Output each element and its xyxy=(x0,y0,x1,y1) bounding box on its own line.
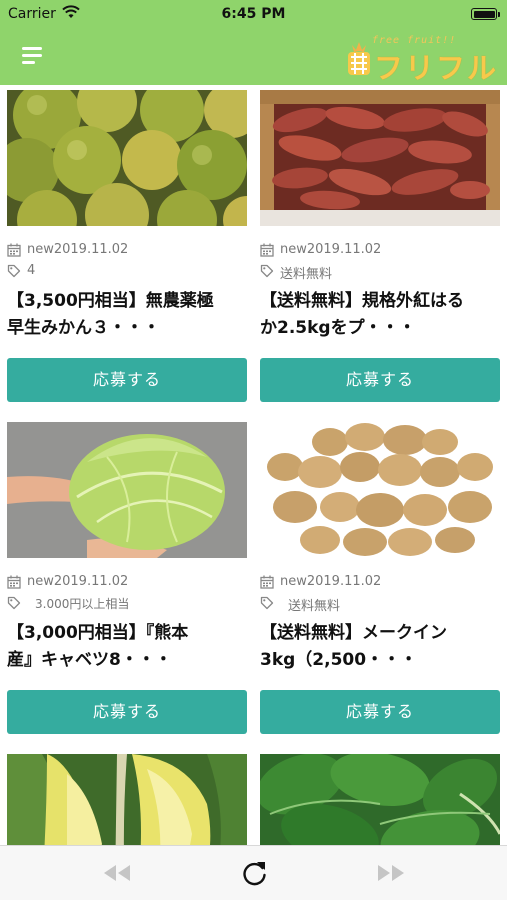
product-title[interactable]: 【送料無料】メークイン 3kg（2,500・・・ xyxy=(260,620,500,674)
potatoes-image[interactable] xyxy=(260,422,500,558)
product-title-line1: 【3,500円相当】無農薬極 xyxy=(7,291,214,311)
apply-button[interactable]: 応募する xyxy=(260,690,500,734)
product-title[interactable]: 【送料無料】規格外紅はる か2.5kgをプ・・・ xyxy=(260,288,500,342)
forward-icon[interactable] xyxy=(374,858,408,888)
app-header: free fruit!! フリフル xyxy=(0,28,507,85)
product-title-line2: 産』キャベツ8・・・ xyxy=(7,650,172,670)
post-date-text: new2019.11.02 xyxy=(27,574,129,589)
menu-button[interactable] xyxy=(22,47,44,65)
sweet-potatoes-image[interactable] xyxy=(260,90,500,226)
product-title-line2: 3kg（2,500・・・ xyxy=(260,650,418,670)
post-tag-text: 送料無料 xyxy=(280,267,333,282)
product-title[interactable]: 【3,500円相当】無農薬極 早生みかん３・・・ xyxy=(7,288,247,342)
calendar-icon xyxy=(7,575,21,589)
apply-button[interactable]: 応募する xyxy=(7,690,247,734)
post-date-text: new2019.11.02 xyxy=(280,242,382,257)
spinach-image[interactable] xyxy=(260,754,500,845)
product-title-line1: 【送料無料】メークイン xyxy=(260,623,447,643)
reload-icon[interactable] xyxy=(238,858,272,888)
apply-button[interactable]: 応募する xyxy=(7,358,247,402)
product-title-line1: 【送料無料】規格外紅はる xyxy=(260,291,464,311)
tag-icon xyxy=(260,596,274,610)
post-tag-text: 送料無料 xyxy=(288,599,341,614)
post-date-text: new2019.11.02 xyxy=(280,574,382,589)
product-card: new2019.11.02 送料無料 【送料無料】メークイン 3kg（2,500… xyxy=(260,422,500,734)
hamburger-icon-line xyxy=(22,54,42,57)
product-card: new2019.11.02 4 【3,500円相当】無農薬極 早生みかん３・・・… xyxy=(7,90,247,402)
product-title[interactable]: 【3,000円相当】『熊本 産』キャベツ8・・・ xyxy=(7,620,247,674)
post-date-text: new2019.11.02 xyxy=(27,242,129,257)
cabbage-image[interactable] xyxy=(7,422,247,558)
pineapple-logo-icon xyxy=(348,42,370,75)
calendar-icon xyxy=(260,243,274,257)
product-title-line2: か2.5kgをプ・・・ xyxy=(260,318,416,338)
hamburger-icon-line xyxy=(22,61,35,64)
tag-icon xyxy=(260,264,274,278)
product-card: new2019.11.02 送料無料 【送料無料】規格外紅はる か2.5kgをプ… xyxy=(260,90,500,402)
clock: 6:45 PM xyxy=(221,6,286,22)
status-bar: Carrier 6:45 PM xyxy=(0,0,507,28)
app-logo: free fruit!! フリフル xyxy=(346,35,498,85)
product-card: new2019.11.02 3.000円以上相当 【3,000円相当】『熊本 産… xyxy=(7,422,247,734)
tag-icon xyxy=(7,596,21,610)
calendar-icon xyxy=(7,243,21,257)
back-icon[interactable] xyxy=(100,858,134,888)
apply-button[interactable]: 応募する xyxy=(260,358,500,402)
browser-toolbar xyxy=(0,845,507,900)
post-tag-text: 4 xyxy=(27,263,36,278)
calendar-icon xyxy=(260,575,274,589)
logo-text: フリフル xyxy=(374,51,499,85)
product-card xyxy=(260,754,500,845)
product-grid: new2019.11.02 4 【3,500円相当】無農薬極 早生みかん３・・・… xyxy=(0,85,507,845)
post-tag-text: 3.000円以上相当 xyxy=(35,597,130,611)
product-title-line2: 早生みかん３・・・ xyxy=(7,318,160,338)
battery-icon xyxy=(471,8,500,20)
chinese-cabbage-image[interactable] xyxy=(7,754,247,845)
tag-icon xyxy=(7,264,21,278)
hamburger-icon xyxy=(22,47,42,50)
mandarin-oranges-image[interactable] xyxy=(7,90,247,226)
product-title-line1: 【3,000円相当】『熊本 xyxy=(7,623,189,643)
product-card xyxy=(7,754,247,845)
